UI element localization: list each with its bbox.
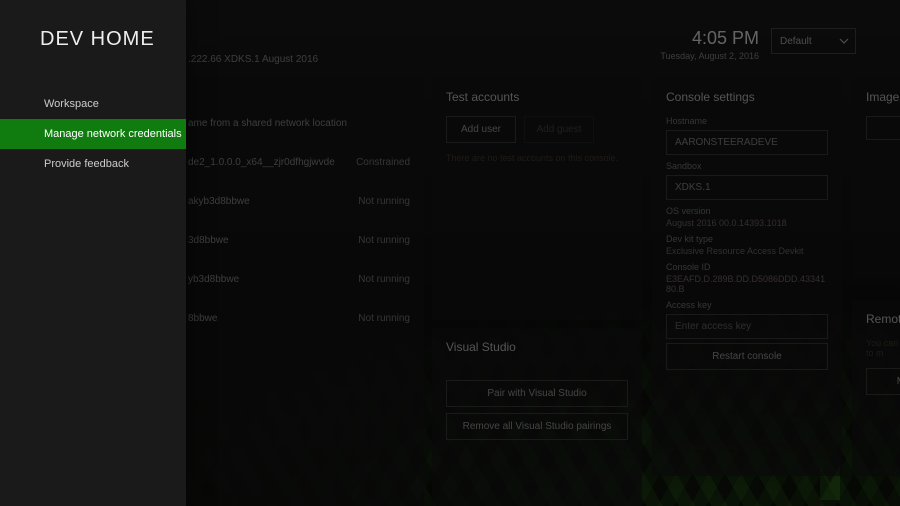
sidebar-item-provide-feedback[interactable]: Provide feedback: [0, 149, 186, 179]
sidebar-item-workspace[interactable]: Workspace: [0, 89, 186, 119]
app-title: DEV HOME: [0, 0, 186, 51]
sidebar-item-manage-network-credentials[interactable]: Manage network credentials: [0, 119, 186, 149]
sidebar-menu: DEV HOME Workspace Manage network creden…: [0, 0, 186, 506]
